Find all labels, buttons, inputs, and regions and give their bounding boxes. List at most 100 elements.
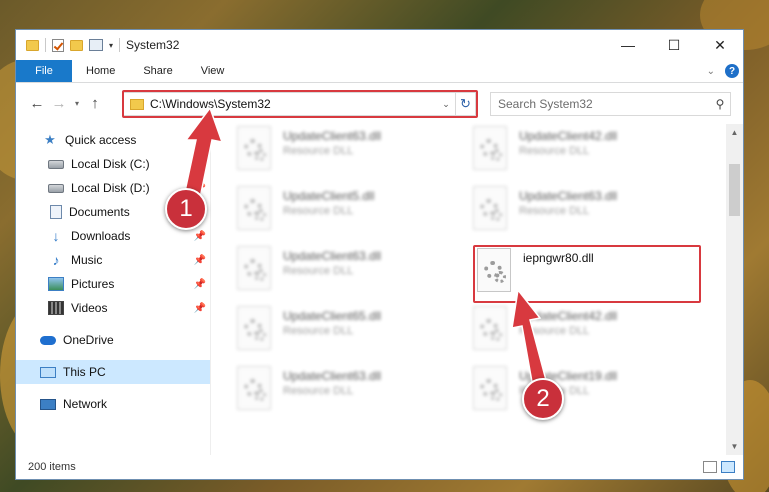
disk-icon bbox=[48, 183, 64, 193]
scroll-up-icon[interactable]: ▲ bbox=[726, 124, 743, 141]
large-icons-view-icon[interactable] bbox=[721, 461, 735, 473]
search-box[interactable]: Search System32 ⚲ bbox=[490, 92, 731, 116]
refresh-icon[interactable]: ↻ bbox=[455, 93, 475, 115]
file-type: Resource DLL bbox=[519, 325, 590, 337]
dll-file-icon bbox=[473, 306, 507, 350]
dll-file-icon bbox=[237, 126, 271, 170]
nav-label: Pictures bbox=[71, 277, 115, 291]
recent-locations-icon[interactable]: ▾ bbox=[70, 99, 84, 108]
back-icon[interactable]: ← bbox=[26, 95, 48, 112]
tab-home[interactable]: Home bbox=[72, 60, 129, 82]
scroll-down-icon[interactable]: ▼ bbox=[726, 438, 743, 455]
tab-file[interactable]: File bbox=[16, 60, 72, 82]
file-item[interactable]: UpdateClient63.dll Resource DLL bbox=[237, 366, 457, 416]
nav-label: Network bbox=[63, 397, 108, 411]
pin-icon[interactable]: 📌 bbox=[194, 279, 206, 290]
pictures-icon bbox=[48, 277, 64, 291]
file-item[interactable]: UpdateClient42.dll Resource DLL bbox=[473, 126, 693, 176]
star-icon: ★ bbox=[44, 132, 56, 147]
file-type: Resource DLL bbox=[283, 325, 354, 337]
maximize-button[interactable]: ☐ bbox=[651, 30, 697, 60]
file-name: UpdateClient42.dll bbox=[519, 129, 618, 143]
nav-item-pictures[interactable]: Pictures 📌 bbox=[16, 272, 210, 296]
file-highlight-box bbox=[473, 245, 701, 303]
folder-icon[interactable] bbox=[26, 39, 39, 51]
dll-file-icon bbox=[237, 186, 271, 230]
dll-file-icon bbox=[473, 126, 507, 170]
file-name: UpdateClient63.dll bbox=[283, 369, 382, 383]
nav-quick-access[interactable]: ★ Quick access bbox=[16, 128, 210, 152]
file-name: UpdateClient5.dll bbox=[283, 189, 375, 203]
minimize-button[interactable]: — bbox=[605, 30, 651, 60]
scroll-thumb[interactable] bbox=[729, 164, 740, 216]
details-view-icon[interactable] bbox=[703, 461, 717, 473]
status-bar: 200 items bbox=[16, 455, 743, 479]
folder-icon bbox=[130, 98, 144, 110]
up-icon[interactable]: ↑ bbox=[84, 95, 106, 112]
nav-item-music[interactable]: ♪ Music 📌 bbox=[16, 248, 210, 272]
expand-ribbon-icon[interactable]: ⌄ bbox=[707, 66, 715, 77]
address-dropdown-icon[interactable]: ⌄ bbox=[437, 99, 455, 110]
music-icon: ♪ bbox=[52, 252, 60, 268]
close-button[interactable]: ✕ bbox=[697, 30, 743, 60]
file-item[interactable]: UpdateClient65.dll Resource DLL bbox=[237, 306, 457, 356]
nav-onedrive[interactable]: OneDrive bbox=[16, 328, 210, 352]
forward-icon[interactable]: → bbox=[48, 95, 70, 112]
pin-icon[interactable]: 📌 bbox=[194, 159, 206, 170]
address-path[interactable]: C:\Windows\System32 bbox=[150, 97, 437, 111]
pin-icon[interactable]: 📌 bbox=[194, 255, 206, 266]
documents-icon bbox=[50, 205, 62, 219]
explorer-window: ▾ System32 — ☐ ✕ File Home Share View ⌄ … bbox=[15, 29, 744, 480]
nav-label: Quick access bbox=[65, 133, 137, 147]
ribbon-right: ⌄ ? bbox=[707, 60, 743, 82]
nav-item-local-disk-c[interactable]: Local Disk (C:) 📌 bbox=[16, 152, 210, 176]
file-name: UpdateClient63.dll bbox=[283, 249, 382, 263]
dll-file-icon bbox=[473, 186, 507, 230]
vertical-scrollbar[interactable]: ▲ ▼ bbox=[726, 124, 743, 455]
search-input[interactable]: Search System32 bbox=[498, 97, 710, 111]
file-type: Resource DLL bbox=[283, 205, 354, 217]
divider bbox=[119, 38, 121, 52]
divider bbox=[45, 38, 46, 52]
nav-this-pc[interactable]: This PC bbox=[16, 360, 210, 384]
file-item[interactable]: UpdateClient5.dll Resource DLL bbox=[237, 186, 457, 236]
ribbon-tabs: File Home Share View ⌄ ? bbox=[16, 60, 743, 83]
search-icon[interactable]: ⚲ bbox=[710, 97, 730, 111]
nav-item-videos[interactable]: Videos 📌 bbox=[16, 296, 210, 320]
quick-access-toolbar: ▾ bbox=[16, 30, 121, 60]
properties-icon[interactable] bbox=[89, 39, 103, 51]
dll-file-icon bbox=[237, 306, 271, 350]
step-1-badge: 1 bbox=[165, 188, 207, 230]
pin-icon[interactable]: 📌 bbox=[194, 303, 206, 314]
nav-label: Documents bbox=[69, 205, 130, 219]
file-item[interactable]: UpdateClient42.dll Resource DLL bbox=[473, 306, 693, 356]
file-item[interactable]: UpdateClient19.dllResource DLL bbox=[473, 366, 693, 416]
file-item[interactable]: UpdateClient63.dll Resource DLL bbox=[237, 246, 457, 296]
cloud-icon bbox=[40, 335, 56, 345]
download-icon: ↓ bbox=[52, 228, 60, 244]
nav-network[interactable]: Network bbox=[16, 392, 210, 416]
pin-icon[interactable]: 📌 bbox=[194, 231, 206, 242]
file-list: UpdateClient63.dll Resource DLL UpdateCli… bbox=[211, 124, 743, 455]
file-item[interactable]: UpdateClient63.dll Resource DLL bbox=[237, 126, 457, 176]
nav-label: OneDrive bbox=[63, 333, 114, 347]
help-icon[interactable]: ? bbox=[725, 64, 739, 78]
address-bar[interactable]: C:\Windows\System32 ⌄ ↻ bbox=[123, 92, 476, 116]
file-type: Resource DLL bbox=[519, 145, 590, 157]
tab-view[interactable]: View bbox=[187, 60, 239, 82]
file-item[interactable]: UpdateClient63.dll Resource DLL bbox=[473, 186, 693, 236]
nav-label: Videos bbox=[71, 301, 108, 315]
computer-icon bbox=[40, 366, 56, 378]
view-toggle bbox=[703, 461, 743, 473]
network-icon bbox=[40, 398, 56, 410]
tab-share[interactable]: Share bbox=[129, 60, 186, 82]
dll-file-icon bbox=[237, 366, 271, 410]
main-content: ★ Quick access Local Disk (C:) 📌 Local D… bbox=[16, 124, 743, 455]
properties-check-icon[interactable] bbox=[52, 38, 64, 52]
customize-toolbar-icon[interactable]: ▾ bbox=[109, 41, 113, 50]
title-bar: ▾ System32 — ☐ ✕ bbox=[16, 30, 743, 60]
new-folder-icon[interactable] bbox=[70, 39, 83, 51]
